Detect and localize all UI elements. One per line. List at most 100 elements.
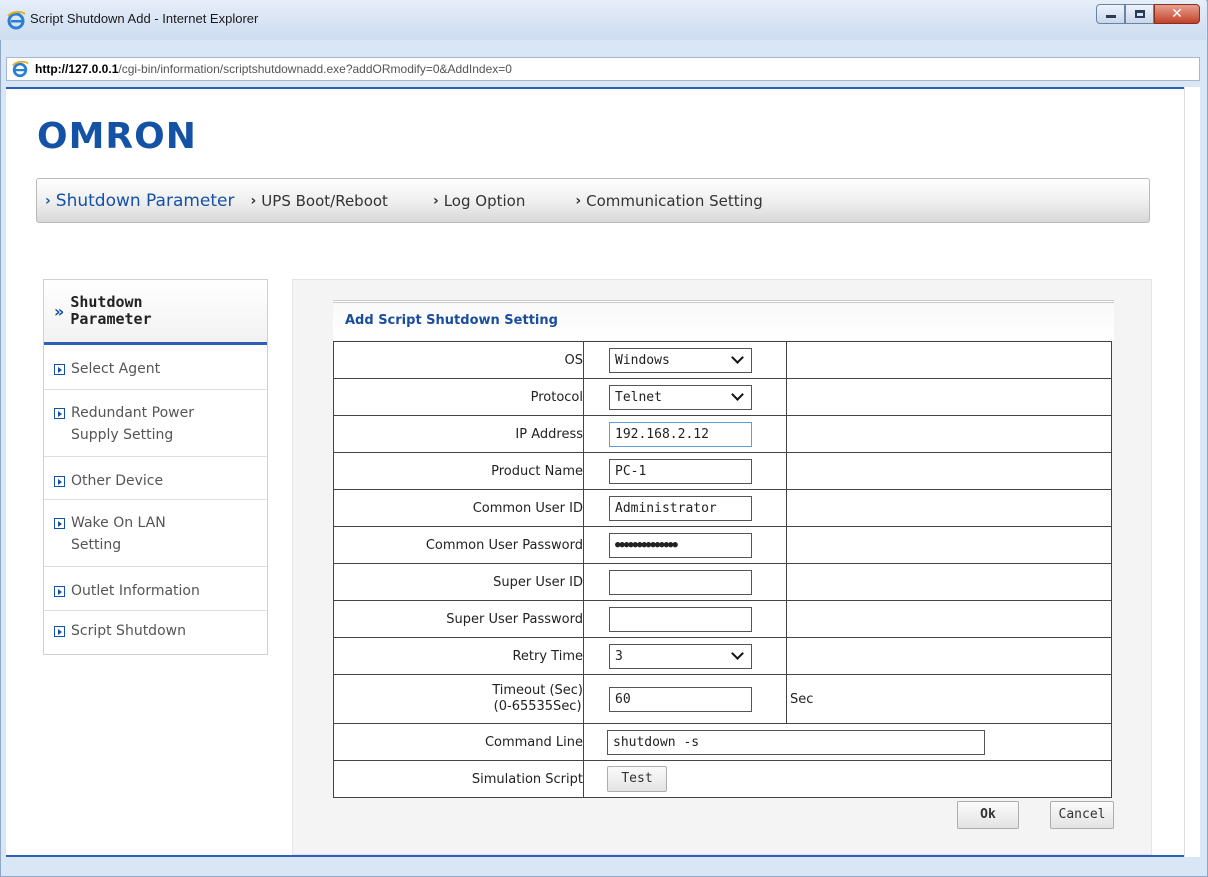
chevron-down-icon bbox=[731, 647, 744, 660]
nav-ups-boot-reboot[interactable]: › UPS Boot/Reboot bbox=[251, 192, 388, 210]
label-os: OS bbox=[333, 341, 584, 379]
cell-timeout: 60 bbox=[583, 674, 787, 724]
cell-empty bbox=[786, 563, 1112, 601]
nav-communication-setting[interactable]: › Communication Setting bbox=[575, 192, 763, 210]
bullet-arrow-icon bbox=[54, 586, 65, 597]
test-button[interactable]: Test bbox=[607, 766, 667, 792]
nav-shutdown-parameter[interactable]: › Shutdown Parameter bbox=[45, 191, 235, 211]
title-bar: Script Shutdown Add - Internet Explorer … bbox=[0, 0, 1206, 40]
sidebar-item-wake-on-lan[interactable]: Wake On LAN Setting bbox=[44, 500, 267, 567]
timeout-label-text: Timeout (Sec) (0-65535Sec) bbox=[492, 683, 583, 715]
double-chevron-icon: » bbox=[54, 301, 65, 321]
chevron-down-icon bbox=[731, 388, 744, 401]
cell-retry-time: 3 bbox=[583, 637, 787, 675]
row-common-user-password: Common User Password ●●●●●●●●●●●●●● bbox=[333, 526, 1112, 564]
cell-common-user-password: ●●●●●●●●●●●●●● bbox=[583, 526, 787, 564]
nav-label: UPS Boot/Reboot bbox=[261, 191, 388, 210]
os-select[interactable]: Windows bbox=[609, 347, 752, 373]
row-super-user-id: Super User ID bbox=[333, 563, 1112, 601]
timeout-label-line1: Timeout (Sec) bbox=[492, 683, 583, 698]
top-navigation: › Shutdown Parameter › UPS Boot/Reboot › Lo… bbox=[36, 178, 1150, 223]
close-icon: ✕ bbox=[1171, 6, 1183, 22]
section-title: Add Script Shutdown Setting bbox=[345, 313, 558, 328]
sidebar-item-label: Wake On LAN Setting bbox=[71, 515, 166, 553]
chevron-right-icon: › bbox=[250, 192, 257, 209]
common-user-password-input[interactable]: ●●●●●●●●●●●●●● bbox=[609, 532, 752, 558]
label-super-user-id: Super User ID bbox=[333, 563, 584, 601]
timeout-label-line2: (0-65535Sec) bbox=[493, 699, 582, 714]
retry-time-select[interactable]: 3 bbox=[609, 643, 752, 669]
ie-page-icon bbox=[12, 60, 29, 78]
address-bar[interactable]: http://127.0.0.1/cgi-bin/information/scr… bbox=[6, 57, 1200, 81]
maximize-button[interactable] bbox=[1125, 4, 1154, 24]
label-command-line: Command Line bbox=[333, 723, 584, 761]
settings-table: OS Windows Protocol Telnet IP Address 19… bbox=[333, 341, 1112, 798]
cell-protocol: Telnet bbox=[583, 378, 787, 416]
sidebar-title: Shutdown Parameter bbox=[70, 294, 151, 328]
sidebar: » Shutdown Parameter Select Agent Redunda… bbox=[43, 279, 268, 655]
cell-os: Windows bbox=[583, 341, 787, 379]
cell-simulation-script: Test bbox=[583, 760, 1112, 798]
cell-empty bbox=[786, 452, 1112, 490]
bullet-arrow-icon bbox=[54, 518, 65, 529]
close-button[interactable]: ✕ bbox=[1154, 4, 1200, 24]
row-timeout: Timeout (Sec) (0-65535Sec) 60 Sec bbox=[333, 674, 1112, 724]
sidebar-item-label: Other Device bbox=[71, 473, 164, 489]
cell-common-user-id: Administrator bbox=[583, 489, 787, 527]
super-user-password-input[interactable] bbox=[609, 606, 752, 632]
sidebar-item-other-device[interactable]: Other Device bbox=[44, 457, 267, 500]
ip-address-input[interactable]: 192.168.2.12 bbox=[609, 421, 752, 447]
label-ip-address: IP Address bbox=[333, 415, 584, 453]
cell-command-line: shutdown -s bbox=[583, 723, 1112, 761]
timeout-input[interactable]: 60 bbox=[609, 686, 752, 712]
retry-time-value: 3 bbox=[615, 648, 623, 664]
sidebar-item-label: Redundant Power Supply Setting bbox=[71, 405, 194, 443]
bullet-arrow-icon bbox=[54, 476, 65, 487]
protocol-select[interactable]: Telnet bbox=[609, 384, 752, 410]
sidebar-item-script-shutdown[interactable]: Script Shutdown bbox=[44, 611, 267, 654]
label-simulation-script: Simulation Script bbox=[333, 760, 584, 798]
label-product-name: Product Name bbox=[333, 452, 584, 490]
sidebar-item-outlet-information[interactable]: Outlet Information bbox=[44, 567, 267, 611]
window-title: Script Shutdown Add - Internet Explorer bbox=[30, 11, 259, 26]
sidebar-item-select-agent[interactable]: Select Agent bbox=[44, 345, 267, 390]
ie-logo-icon bbox=[7, 10, 26, 30]
scrollbar[interactable] bbox=[1184, 87, 1200, 857]
cell-product-name: PC-1 bbox=[583, 452, 787, 490]
minimize-button[interactable] bbox=[1096, 4, 1125, 24]
cell-ip-address: 192.168.2.12 bbox=[583, 415, 787, 453]
timeout-unit: Sec bbox=[786, 674, 1112, 724]
bullet-arrow-icon bbox=[54, 364, 65, 375]
label-protocol: Protocol bbox=[333, 378, 584, 416]
cell-empty bbox=[786, 600, 1112, 638]
cell-empty bbox=[786, 378, 1112, 416]
cell-empty bbox=[786, 489, 1112, 527]
command-line-input[interactable]: shutdown -s bbox=[607, 729, 985, 755]
cancel-button[interactable]: Cancel bbox=[1050, 801, 1114, 829]
address-path: /cgi-bin/information/scriptshutdownadd.e… bbox=[118, 62, 512, 76]
label-common-user-id: Common User ID bbox=[333, 489, 584, 527]
product-name-input[interactable]: PC-1 bbox=[609, 458, 752, 484]
sidebar-title-line1: Shutdown bbox=[70, 293, 143, 311]
cell-empty bbox=[786, 637, 1112, 675]
common-user-id-input[interactable]: Administrator bbox=[609, 495, 752, 521]
omron-logo: OMRON bbox=[37, 116, 197, 157]
row-super-user-password: Super User Password bbox=[333, 600, 1112, 638]
cell-empty bbox=[786, 415, 1112, 453]
cell-super-user-id bbox=[583, 563, 787, 601]
os-value: Windows bbox=[615, 352, 670, 368]
chevron-right-icon: › bbox=[432, 192, 439, 209]
super-user-id-input[interactable] bbox=[609, 569, 752, 595]
nav-log-option[interactable]: › Log Option bbox=[433, 192, 525, 210]
ok-button[interactable]: Ok bbox=[957, 801, 1019, 829]
sidebar-item-label: Select Agent bbox=[71, 361, 161, 377]
nav-label: Communication Setting bbox=[586, 191, 763, 210]
sidebar-item-label: Outlet Information bbox=[71, 583, 200, 599]
row-protocol: Protocol Telnet bbox=[333, 378, 1112, 416]
nav-label: Shutdown Parameter bbox=[55, 190, 235, 211]
chevron-right-icon: › bbox=[45, 192, 51, 209]
nav-label: Log Option bbox=[443, 191, 526, 210]
sidebar-item-redundant-power[interactable]: Redundant Power Supply Setting bbox=[44, 390, 267, 457]
label-timeout: Timeout (Sec) (0-65535Sec) bbox=[333, 674, 584, 724]
address-host: http://127.0.0.1 bbox=[35, 62, 119, 76]
